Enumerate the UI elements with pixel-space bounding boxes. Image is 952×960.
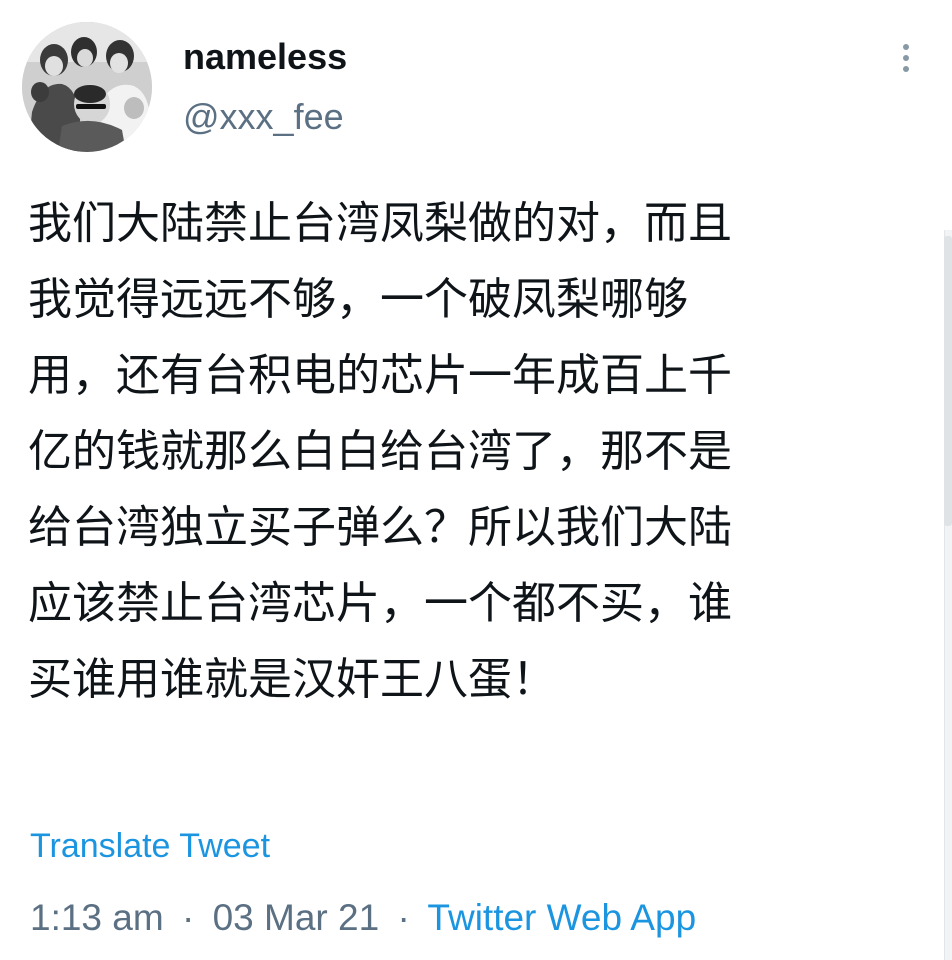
tweet-text-line: 用，还有台积电的芯片一年成百上千: [28, 350, 732, 401]
tweet-text-line: 我们大陆禁止台湾凤梨做的对，而且: [28, 198, 732, 249]
scrollbar-thumb[interactable]: [944, 236, 952, 526]
metadata-separator: ·: [181, 897, 195, 938]
vertical-ellipsis-icon: [903, 55, 909, 61]
tweet-text-line: 亿的钱就那么白白给台湾了，那不是: [28, 426, 732, 477]
user-handle[interactable]: @xxx_fee: [183, 96, 344, 138]
tweet-text-line: 给台湾独立买子弹么？所以我们大陆: [28, 502, 732, 553]
vertical-ellipsis-icon: [903, 66, 909, 72]
tweet-metadata: 1:13 am · 03 Mar 21 · Twitter Web App: [30, 896, 696, 940]
tweet-text-line: 应该禁止台湾芯片，一个都不买，谁: [28, 578, 732, 629]
more-options-button[interactable]: [892, 38, 920, 78]
vertical-ellipsis-icon: [903, 44, 909, 50]
tweet-card: nameless @xxx_fee 我们大陆禁止台湾凤梨做的对，而且 我觉得远远…: [0, 0, 952, 960]
tweet-source-link[interactable]: Twitter Web App: [427, 897, 696, 938]
tweet-text-line: 我觉得远远不够，一个破凤梨哪够: [28, 274, 688, 325]
tweet-text: 我们大陆禁止台湾凤梨做的对，而且 我觉得远远不够，一个破凤梨哪够 用，还有台积电…: [28, 186, 923, 718]
group-photo-image: [22, 22, 152, 152]
tweet-time[interactable]: 1:13 am: [30, 897, 164, 938]
metadata-separator: ·: [397, 897, 410, 938]
display-name[interactable]: nameless: [183, 36, 347, 78]
avatar[interactable]: [22, 22, 152, 152]
tweet-date[interactable]: 03 Mar 21: [213, 897, 380, 938]
tweet-text-line: 买谁用谁就是汉奸王八蛋！: [28, 654, 556, 705]
translate-tweet-link[interactable]: Translate Tweet: [30, 826, 270, 866]
